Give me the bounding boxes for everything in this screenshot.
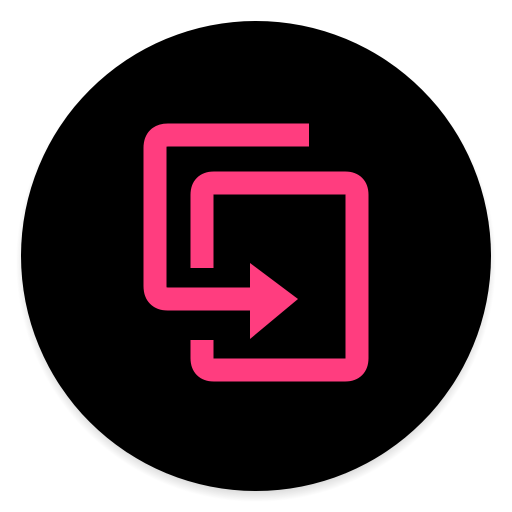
app-icon[interactable] xyxy=(0,0,512,512)
move-to-folder-icon xyxy=(16,21,496,502)
icon-background-circle xyxy=(21,21,491,491)
